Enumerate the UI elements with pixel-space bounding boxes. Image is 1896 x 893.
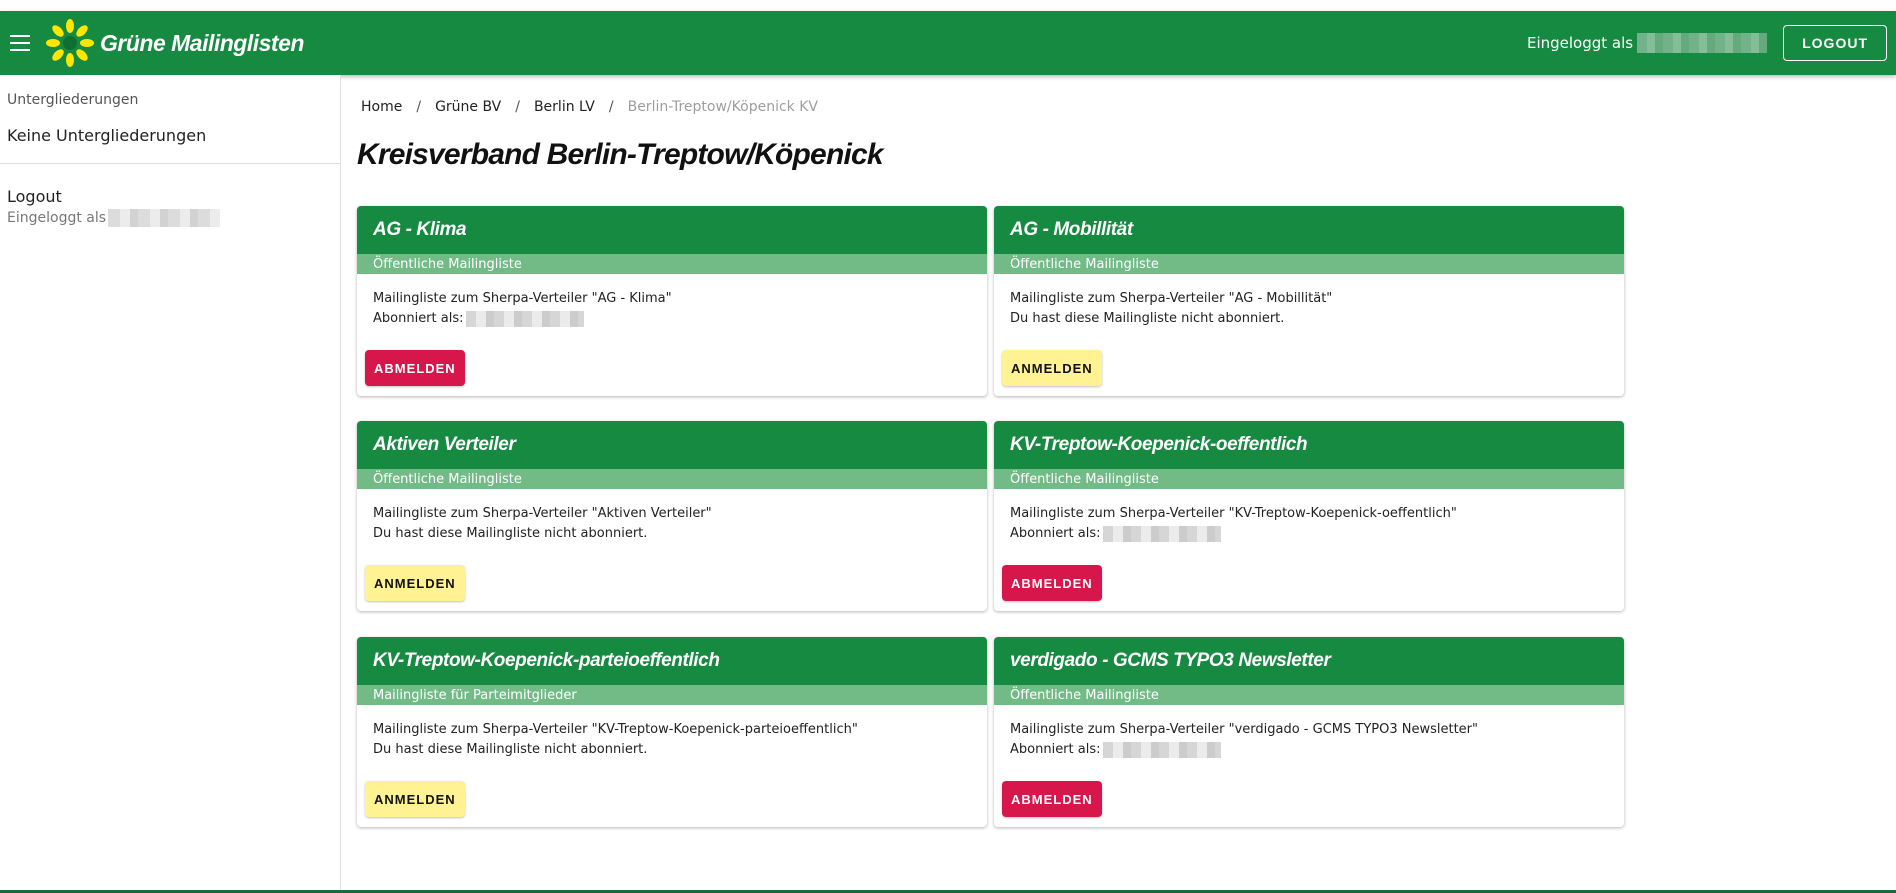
unsubscribe-button[interactable]: ABMELDEN [365,350,465,386]
redacted-email [1102,742,1221,758]
mailinglist-card: AG - Klima Öffentliche Mailingliste Mail… [357,206,987,396]
app-title[interactable]: Grüne Mailinglisten [100,30,304,57]
breadcrumb-berlin-lv[interactable]: Berlin LV [534,99,595,115]
card-subscription-status: Du hast diese Mailingliste nicht abonnie… [373,524,971,544]
sidebar-logout-item[interactable]: Logout [7,187,62,206]
logged-in-label: Eingeloggt als [1526,34,1634,52]
redacted-email [1102,526,1221,542]
breadcrumb-gruene-bv[interactable]: Grüne BV [435,99,501,115]
redacted-username [1637,33,1768,53]
sidebar-divider [0,163,341,164]
breadcrumb-separator: / [416,99,422,115]
card-title: KV-Treptow-Koepenick-parteioeffentlich [357,637,987,685]
card-description-line: Mailingliste zum Sherpa-Verteiler "Aktiv… [373,506,712,521]
menu-icon[interactable] [10,35,30,51]
app-bar: Grüne Mailinglisten Eingeloggt als LOGOU… [0,11,1896,75]
card-title: AG - Klima [357,206,987,254]
mailinglist-card: AG - Mobillität Öffentliche Mailingliste… [994,206,1624,396]
card-description-line: Mailingliste zum Sherpa-Verteiler "AG - … [373,291,672,306]
card-list-type: Öffentliche Mailingliste [994,254,1624,274]
sidebar-logged-in-status: Eingeloggt als [7,209,221,227]
card-description: Mailingliste zum Sherpa-Verteiler "verdi… [994,705,1624,781]
redacted-username [108,209,221,227]
card-description-line: Mailingliste zum Sherpa-Verteiler "KV-Tr… [1010,506,1457,521]
card-subscription-label: Abonniert als: [1010,742,1101,757]
card-description: Mailingliste zum Sherpa-Verteiler "KV-Tr… [357,705,987,781]
card-subscription-status: Du hast diese Mailingliste nicht abonnie… [1010,309,1608,329]
mailinglist-card: Aktiven Verteiler Öffentliche Mailinglis… [357,421,987,611]
card-title: AG - Mobillität [994,206,1624,254]
card-description-line: Mailingliste zum Sherpa-Verteiler "KV-Tr… [373,722,858,737]
card-description: Mailingliste zum Sherpa-Verteiler "AG - … [357,274,987,350]
card-list-type: Öffentliche Mailingliste [357,254,987,274]
unsubscribe-button[interactable]: ABMELDEN [1002,781,1102,817]
breadcrumb-current: Berlin-Treptow/Köpenick KV [627,99,818,115]
card-list-type: Mailingliste für Parteimitglieder [357,685,987,705]
sidebar-logged-in-label: Eingeloggt als [7,210,107,226]
card-subscription-label: Abonniert als: [373,311,464,326]
subscribe-button[interactable]: ANMELDEN [365,565,465,601]
card-description: Mailingliste zum Sherpa-Verteiler "AG - … [994,274,1624,350]
mailinglist-card: KV-Treptow-Koepenick-oeffentlich Öffentl… [994,421,1624,611]
card-subscription-status: Abonniert als: [1010,740,1608,760]
card-description: Mailingliste zum Sherpa-Verteiler "Aktiv… [357,489,987,565]
mailinglist-card: KV-Treptow-Koepenick-parteioeffentlich M… [357,637,987,827]
page-title: Kreisverband Berlin-Treptow/Köpenick [357,138,884,171]
card-description-line: Mailingliste zum Sherpa-Verteiler "AG - … [1010,291,1333,306]
card-title: KV-Treptow-Koepenick-oeffentlich [994,421,1624,469]
card-subscription-label: Du hast diese Mailingliste nicht abonnie… [1010,311,1285,326]
card-list-type: Öffentliche Mailingliste [994,469,1624,489]
logged-in-status: Eingeloggt als [1526,33,1768,53]
breadcrumb-home[interactable]: Home [361,99,402,115]
sidebar-subheader: Untergliederungen [7,92,139,108]
sidebar: Untergliederungen Keine Untergliederunge… [0,75,341,893]
subscribe-button[interactable]: ANMELDEN [365,781,465,817]
subscribe-button[interactable]: ANMELDEN [1002,350,1102,386]
card-subscription-status: Abonniert als: [373,309,971,329]
mailinglist-card: verdigado - GCMS TYPO3 Newsletter Öffent… [994,637,1624,827]
card-description: Mailingliste zum Sherpa-Verteiler "KV-Tr… [994,489,1624,565]
breadcrumb-separator: / [608,99,614,115]
unsubscribe-button[interactable]: ABMELDEN [1002,565,1102,601]
card-subscription-label: Abonniert als: [1010,526,1101,541]
card-title: verdigado - GCMS TYPO3 Newsletter [994,637,1624,685]
card-list-type: Öffentliche Mailingliste [994,685,1624,705]
sidebar-no-subdivisions: Keine Untergliederungen [7,126,207,145]
card-subscription-status: Du hast diese Mailingliste nicht abonnie… [373,740,971,760]
logout-button[interactable]: LOGOUT [1783,25,1887,61]
card-description-line: Mailingliste zum Sherpa-Verteiler "verdi… [1010,722,1478,737]
card-subscription-status: Abonniert als: [1010,524,1608,544]
breadcrumb: Home / Grüne BV / Berlin LV / Berlin-Tre… [361,99,818,115]
card-subscription-label: Du hast diese Mailingliste nicht abonnie… [373,526,648,541]
redacted-email [465,311,584,327]
breadcrumb-separator: / [515,99,520,115]
card-title: Aktiven Verteiler [357,421,987,469]
card-list-type: Öffentliche Mailingliste [357,469,987,489]
sunflower-logo-icon [46,19,94,67]
card-subscription-label: Du hast diese Mailingliste nicht abonnie… [373,742,648,757]
